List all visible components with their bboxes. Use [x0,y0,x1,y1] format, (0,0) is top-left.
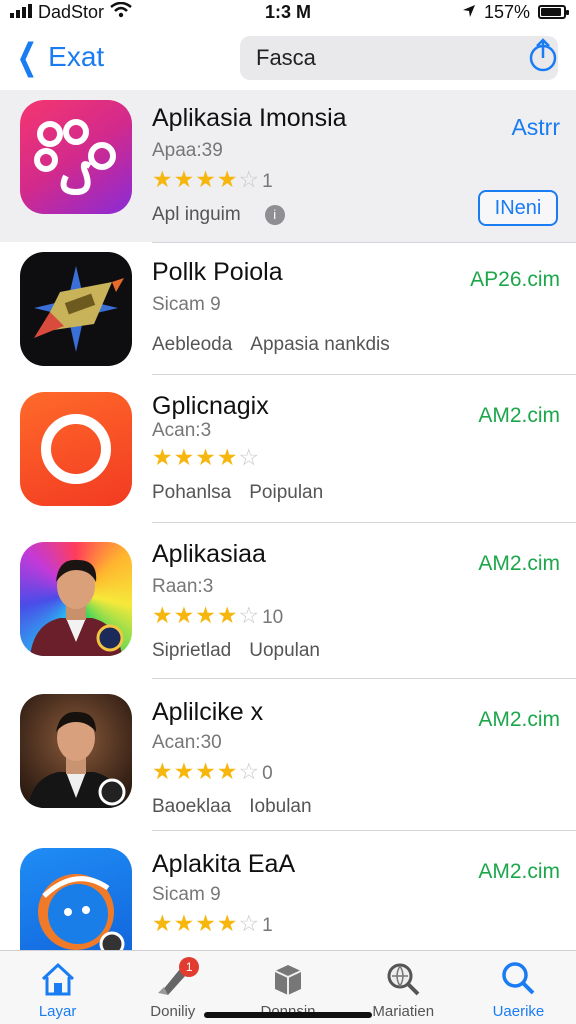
divider [152,374,576,375]
magnifier-globe-icon [387,963,420,996]
carrier-label: DadStor [38,1,105,22]
search-text: Fasca [256,45,316,70]
house-icon [41,962,74,996]
app-tag: Siprietlad [152,640,232,661]
app-tags: Siprietlad Uopulan [152,640,338,662]
rating-count: 10 [262,607,284,628]
list-item[interactable]: Gplicnagix Acan:3 ★★★★☆ Pohanlsa Poipulan… [0,374,576,522]
rating-count: 0 [262,763,273,784]
signal-icon [10,2,32,23]
app-tags: Apl inguim i [152,204,303,226]
home-indicator[interactable] [204,1012,372,1018]
rating-count: 1 [262,171,273,192]
chevron-left-icon: ❮ [16,36,38,77]
divider [152,242,576,243]
app-tag: Aebleoda [152,334,233,355]
tab-bar: Layar 1 Doniliy Donnsin Mariatien Uaeri [0,950,576,1024]
app-icon-portrait [20,694,132,808]
app-price[interactable]: AM2.cim [478,552,560,576]
location-icon [462,2,476,23]
app-tags: Pohanlsa Poipulan [152,482,341,504]
app-price[interactable]: AM2.cim [478,860,560,884]
app-subtitle: Sicam 9 [152,884,221,905]
app-tag: Uopulan [249,640,320,661]
clock: 1:3 M [264,1,311,22]
app-name: Aplikasia Imonsia [152,104,347,132]
app-tags: Baoeklaa Iobulan [152,796,330,818]
wifi-icon [110,1,132,23]
list-item[interactable]: Aplikasia Imonsia Apaa:39 ★★★★☆ 1 Apl ing… [0,90,576,242]
app-icon-portrait [20,542,132,656]
list-item[interactable]: Aplilcike x Acan:30 ★★★★☆ 0 Baoeklaa Iobul… [0,678,576,830]
tab-label: Uaerike [492,1003,545,1020]
app-icon-bubbles [20,100,132,214]
tab-uaerike[interactable]: Uaerike [461,951,576,1024]
app-name: Pollk Poiola [152,258,283,286]
rating-stars: ★★★★☆ 10 [152,602,284,628]
rating-stars: ★★★★☆ [152,444,261,470]
divider [152,522,576,523]
info-icon[interactable]: i [264,204,285,225]
tab-label: Mariatien [372,1003,435,1020]
app-name: Aplikasiaa [152,540,266,568]
notification-badge: 1 [179,957,200,977]
app-subtitle: Apaa:39 [152,140,223,161]
app-price[interactable]: AM2.cim [478,404,560,428]
rating-count: 1 [262,915,273,936]
rating-stars: ★★★★☆ 1 [152,166,273,192]
app-tag: Baoeklaa [152,796,232,817]
app-tag: Iobulan [249,796,312,817]
list-item[interactable]: Aplakita EaA Sicam 9 ★★★★☆ 1 AM2.cim [0,830,576,950]
back-button[interactable]: ❮ Exat [12,39,212,75]
app-tag: Appasia nankdis [250,334,390,355]
app-icon-helmet [20,848,132,950]
list-item[interactable]: Aplikasiaa Raan:3 ★★★★☆ 10 Siprietlad Uopu… [0,522,576,678]
app-tag: Apl inguim [152,204,241,225]
app-icon-starship [20,252,132,366]
tab-layar[interactable]: Layar [0,951,115,1024]
tab-label: Layar [38,1003,77,1020]
back-label: Exat [48,41,105,72]
rating-stars: ★★★★☆ 1 [152,910,273,936]
app-subtitle: Sicam 9 [152,294,221,315]
box-icon [274,965,302,995]
app-action-link[interactable]: Astrr [511,114,560,141]
battery-fill [541,8,561,16]
app-name: Aplakita EaA [152,850,296,878]
app-price[interactable]: AM2.cim [478,708,560,732]
get-button[interactable]: INeni [478,190,558,226]
app-tags: Aebleoda Appasia nankdis [152,334,408,356]
battery-percent: 157% [483,1,530,22]
rating-stars: ★★★★☆ 0 [152,758,273,784]
status-bar: DadStor 1:3 M 157% [0,0,576,24]
app-subtitle: Acan:30 [152,732,222,753]
app-subtitle: Raan:3 [152,576,214,597]
battery-icon [538,5,569,19]
list-item[interactable]: Pollk Poiola Sicam 9 Aebleoda Appasia nan… [0,242,576,374]
share-icon[interactable] [528,38,558,72]
app-name: Gplicnagix [152,392,269,420]
app-name: Aplilcike x [152,698,264,726]
app-icon-ring [20,392,132,506]
divider [152,678,576,679]
tab-label: Doniliy [150,1003,196,1020]
nav-bar: ❮ Exat Fasca [0,28,576,86]
search-field[interactable]: Fasca [240,36,558,80]
search-icon [502,962,535,995]
app-tag: Pohanlsa [152,482,232,503]
app-subtitle: Acan:3 [152,420,212,441]
app-tag: Poipulan [249,482,324,503]
app-price[interactable]: AP26.cim [470,268,560,292]
divider [152,830,576,831]
